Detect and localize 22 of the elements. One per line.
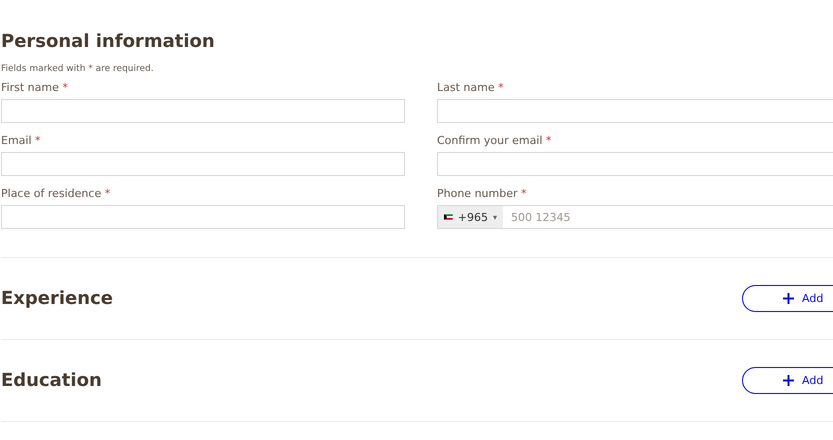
field-label: First name *	[1, 80, 68, 96]
section-title: Education	[1, 370, 102, 391]
add-button[interactable]: Add	[742, 285, 833, 312]
input-field[interactable]	[437, 152, 833, 176]
input-field[interactable]	[1, 205, 405, 229]
section-title: Experience	[1, 288, 113, 309]
country-code-selector[interactable]: +965 ▾	[438, 206, 503, 228]
plus-icon	[783, 375, 794, 386]
plus-icon	[783, 293, 794, 304]
field-label: Email *	[1, 133, 41, 149]
input-field[interactable]	[437, 99, 833, 123]
input-field[interactable]	[1, 152, 405, 176]
field-label: Place of residence *	[1, 186, 110, 202]
phone-field[interactable]: +965 ▾ 500 12345	[437, 205, 833, 229]
field-label: Confirm your email *	[437, 133, 552, 149]
flag-icon	[444, 212, 453, 222]
add-button[interactable]: Add	[742, 367, 833, 394]
section-title: Personal information	[1, 30, 216, 54]
field-label: Last name *	[437, 80, 504, 96]
required-note: Fields marked with * are required.	[1, 64, 155, 74]
field-label: Phone number *	[437, 186, 526, 202]
input-field[interactable]	[1, 99, 405, 123]
